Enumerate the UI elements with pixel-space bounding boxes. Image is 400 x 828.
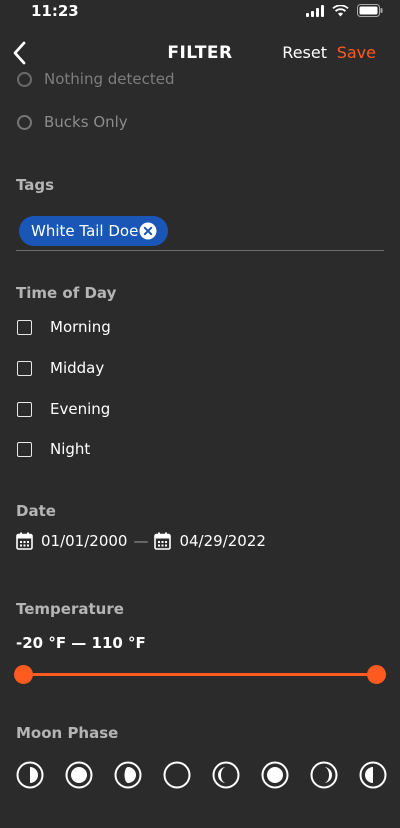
checkbox-label: Midday bbox=[50, 359, 105, 377]
temperature-title: Temperature bbox=[16, 600, 124, 618]
waning-crescent-moon-icon[interactable] bbox=[212, 761, 240, 789]
waxing-gibbous-moon-icon[interactable] bbox=[114, 761, 142, 789]
waning-gibbous-moon-icon[interactable] bbox=[261, 761, 289, 789]
checkbox-row-midday[interactable]: Midday bbox=[17, 359, 104, 377]
checkbox[interactable] bbox=[17, 360, 32, 376]
radio-circle[interactable] bbox=[17, 71, 32, 87]
end-date[interactable]: 04/29/2022 bbox=[179, 532, 265, 550]
date-separator: — bbox=[133, 532, 149, 550]
moon-phase-title: Moon Phase bbox=[16, 724, 119, 742]
waxing-crescent-moon-icon[interactable] bbox=[310, 761, 338, 789]
temperature-slider-track[interactable] bbox=[23, 673, 377, 676]
save-button[interactable]: Save bbox=[337, 43, 376, 62]
reset-button[interactable]: Reset bbox=[282, 43, 327, 62]
status-icons bbox=[306, 4, 383, 17]
nav-bar: FILTER Reset Save bbox=[0, 34, 400, 72]
tag-chip-white-tail-doe[interactable]: White Tail Doe bbox=[19, 216, 168, 246]
temperature-range-value: -20 °F — 110 °F bbox=[16, 634, 146, 652]
date-range: 01/01/2000 — 04/29/2022 bbox=[16, 532, 266, 550]
wifi-icon bbox=[332, 4, 349, 16]
new-moon-icon[interactable] bbox=[163, 761, 191, 789]
checkbox-label: Evening bbox=[50, 400, 111, 418]
checkbox[interactable] bbox=[17, 319, 32, 335]
radio-circle[interactable] bbox=[17, 114, 32, 130]
checkbox-label: Morning bbox=[50, 318, 111, 336]
last-quarter-moon-icon[interactable] bbox=[359, 761, 387, 789]
moon-phase-row bbox=[16, 761, 387, 789]
start-date[interactable]: 01/01/2000 bbox=[41, 532, 127, 550]
tags-input-underline[interactable] bbox=[16, 250, 384, 251]
temperature-max-handle[interactable] bbox=[367, 665, 386, 684]
status-time: 11:23 bbox=[31, 2, 79, 20]
checkbox[interactable] bbox=[17, 441, 32, 457]
date-title: Date bbox=[16, 502, 56, 520]
calendar-icon[interactable] bbox=[16, 532, 33, 550]
radio-nothing-detected[interactable]: Nothing detected bbox=[17, 70, 175, 88]
checkbox[interactable] bbox=[17, 401, 32, 417]
full-moon-icon[interactable] bbox=[65, 761, 93, 789]
remove-tag-icon[interactable] bbox=[139, 222, 157, 240]
checkbox-label: Night bbox=[50, 440, 91, 458]
first-quarter-moon-icon[interactable] bbox=[16, 761, 44, 789]
radio-bucks-only[interactable]: Bucks Only bbox=[17, 113, 128, 131]
cellular-signal-icon bbox=[306, 4, 324, 17]
radio-label: Bucks Only bbox=[44, 113, 128, 131]
battery-icon bbox=[357, 4, 383, 17]
temperature-min-handle[interactable] bbox=[14, 665, 33, 684]
tag-chip-label: White Tail Doe bbox=[31, 222, 139, 240]
checkbox-row-night[interactable]: Night bbox=[17, 440, 90, 458]
status-bar: 11:23 bbox=[0, 0, 400, 24]
checkbox-row-evening[interactable]: Evening bbox=[17, 400, 110, 418]
time-of-day-title: Time of Day bbox=[16, 284, 117, 302]
checkbox-row-morning[interactable]: Morning bbox=[17, 318, 111, 336]
calendar-icon[interactable] bbox=[154, 532, 172, 550]
radio-label: Nothing detected bbox=[44, 70, 175, 88]
tags-title: Tags bbox=[16, 176, 55, 194]
